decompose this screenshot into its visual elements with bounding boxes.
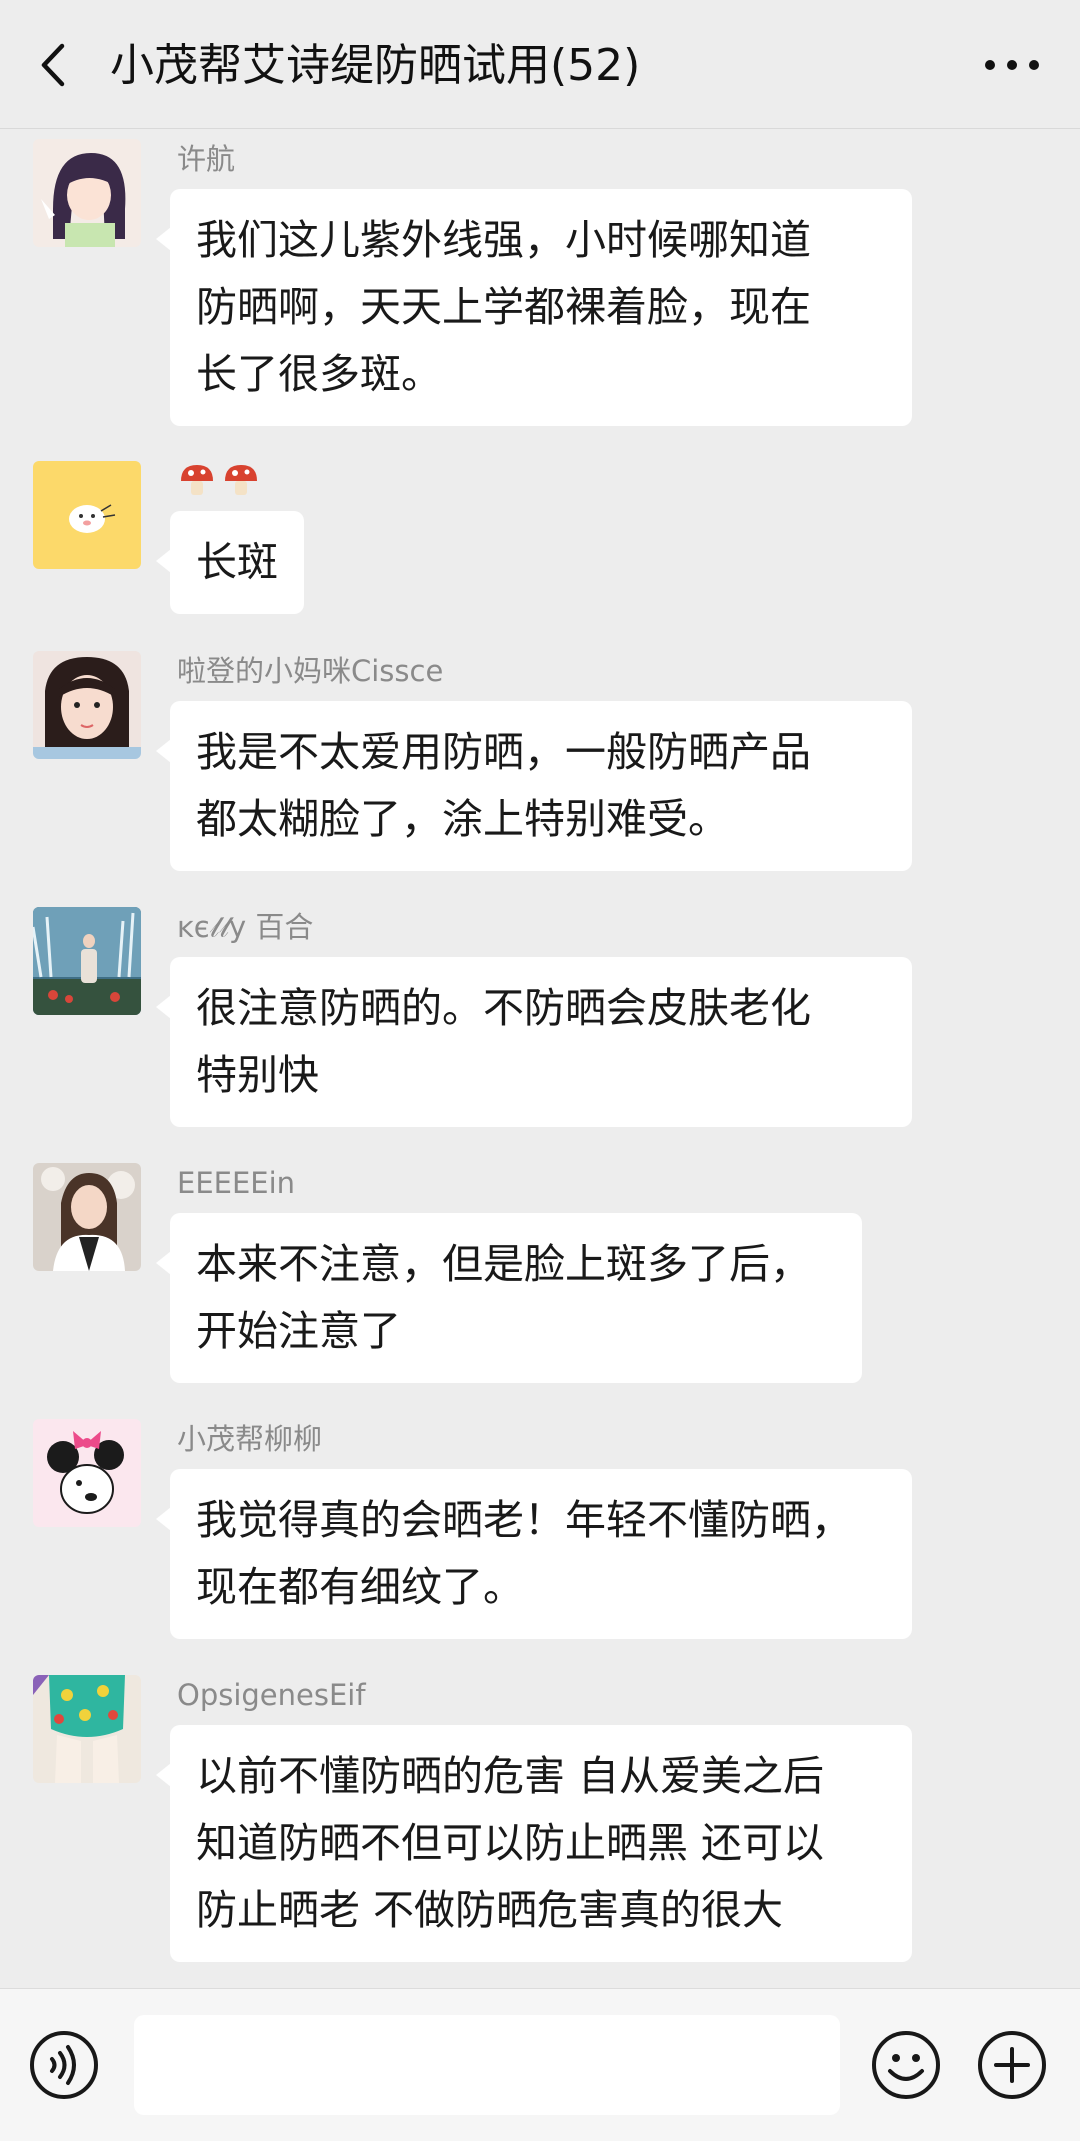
message-bubble[interactable]: 以前不懂防晒的危害 自从爱美之后 知道防晒不但可以防止晒黑 还可以 防止晒老 不…	[156, 1725, 912, 1962]
message-bubble[interactable]: 长斑	[156, 511, 304, 614]
avatar[interactable]	[33, 651, 141, 759]
more-dots-icon	[985, 60, 1039, 70]
sender-name: 许航	[177, 142, 236, 176]
back-button[interactable]	[28, 38, 82, 92]
sender-name: EEEEEin	[177, 1166, 296, 1200]
sender-name: ĸє𝓁𝓁y 百合	[177, 910, 314, 944]
message-bubble[interactable]: 我们这儿紫外线强，小时候哪知道 防晒啊，天天上学都裸着脸，现在 长了很多斑。	[156, 189, 912, 426]
avatar-image	[33, 1163, 141, 1271]
avatar-image	[33, 139, 141, 247]
avatar-image	[33, 1419, 141, 1527]
chat-header: 小茂帮艾诗缇防晒试用(52)	[0, 0, 1080, 129]
sender-name: 小茂帮柳柳	[177, 1422, 323, 1456]
message-bubble[interactable]: 我是不太爱用防晒，一般防晒产品 都太糊脸了，涂上特别难受。	[156, 701, 912, 871]
emoji-icon	[872, 2031, 940, 2099]
message-input[interactable]	[134, 2015, 840, 2115]
avatar[interactable]	[33, 461, 141, 569]
chat-title: 小茂帮艾诗缇防晒试用(52)	[110, 40, 641, 91]
avatar-image	[33, 651, 141, 759]
chevron-left-icon	[41, 43, 65, 87]
message-bubble[interactable]: 本来不注意，但是脸上斑多了后， 开始注意了	[156, 1213, 862, 1383]
avatar[interactable]	[33, 1675, 141, 1783]
sender-name: OpsigenesEif	[177, 1678, 366, 1712]
sender-name: 啦登的小妈咪Cissce	[177, 654, 444, 688]
plus-icon	[978, 2031, 1046, 2099]
mushroom-icon	[181, 465, 213, 495]
avatar-image	[33, 1675, 141, 1783]
avatar[interactable]	[33, 907, 141, 1015]
emoji-button[interactable]	[870, 2029, 942, 2101]
avatar[interactable]	[33, 139, 141, 247]
avatar-image	[33, 907, 141, 1015]
input-bar	[0, 1988, 1080, 2141]
mushroom-icon	[225, 465, 257, 495]
message-bubble[interactable]: 我觉得真的会晒老！年轻不懂防晒， 现在都有细纹了。	[156, 1469, 912, 1639]
avatar[interactable]	[33, 1419, 141, 1527]
message-bubble[interactable]: 很注意防晒的。不防晒会皮肤老化 特别快	[156, 957, 912, 1127]
avatar-image	[33, 461, 141, 569]
sender-emoji-name	[177, 461, 267, 505]
message-list[interactable]: 许航 我们这儿紫外线强，小时候哪知道 防晒啊，天天上学都裸着脸，现在 长了很多斑…	[0, 128, 1080, 1988]
more-button[interactable]	[982, 50, 1042, 80]
voice-button[interactable]	[28, 2029, 100, 2101]
voice-icon	[30, 2031, 98, 2099]
avatar[interactable]	[33, 1163, 141, 1271]
plus-button[interactable]	[976, 2029, 1048, 2101]
